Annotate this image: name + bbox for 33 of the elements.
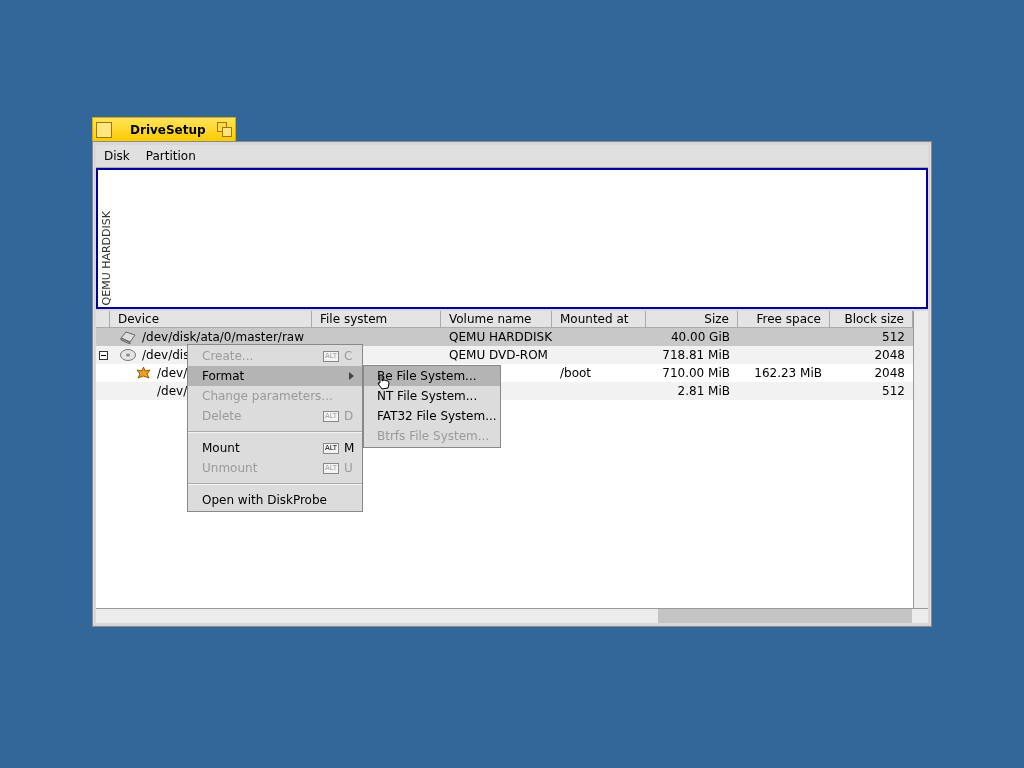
- disc-icon: [120, 349, 136, 361]
- menu-bar-item[interactable]: Partition: [137, 149, 204, 163]
- table-cell: 718.81 MiB: [662, 348, 730, 362]
- table-row[interactable]: /dev/disk/ata/0/master/raw QEMU HARDDISK 40.00 GiB 512: [96, 328, 913, 346]
- table-cell: 710.00 MiB: [662, 366, 730, 380]
- horizontal-scrollbar[interactable]: [96, 608, 928, 623]
- zoom-button[interactable]: [217, 122, 232, 137]
- table-cell: 512: [882, 330, 905, 344]
- disk-label: QEMU HARDDISK: [100, 210, 113, 305]
- table-cell: 2048: [874, 348, 905, 362]
- table-cell: 2.81 MiB: [677, 384, 730, 398]
- table-cell: QEMU DVD-ROM: [449, 348, 548, 362]
- submenu-arrow-icon: [349, 372, 354, 380]
- table-cell: QEMU HARDDISK: [449, 330, 553, 344]
- table-cell: 2048: [874, 366, 905, 380]
- disk-map[interactable]: QEMU HARDDISK: [96, 168, 928, 309]
- table-cell-text: /dev/dis: [142, 347, 190, 364]
- menu-bar-item[interactable]: Disk: [96, 149, 138, 163]
- menu-item[interactable]: FAT32 File System...: [364, 406, 500, 426]
- menu-item[interactable]: Format: [188, 366, 362, 386]
- window-title: DriveSetup: [130, 122, 207, 137]
- collapse-icon[interactable]: [99, 350, 108, 360]
- table-cell: /boot: [560, 366, 592, 380]
- table-cell: 40.00 GiB: [670, 330, 730, 344]
- window-tab[interactable]: DriveSetup: [92, 117, 236, 141]
- menu-item[interactable]: Open with DiskProbe: [188, 490, 362, 510]
- table-cell-text: /dev/disk/ata/0/master/raw: [142, 329, 304, 346]
- table-cell: 512: [882, 384, 905, 398]
- vertical-scrollbar[interactable]: [913, 311, 928, 608]
- close-button[interactable]: [96, 121, 112, 138]
- table-cell-text: /dev/: [157, 365, 188, 382]
- table-cell: 162.23 MiB: [754, 366, 822, 380]
- table-cell-text: /dev/: [157, 383, 188, 400]
